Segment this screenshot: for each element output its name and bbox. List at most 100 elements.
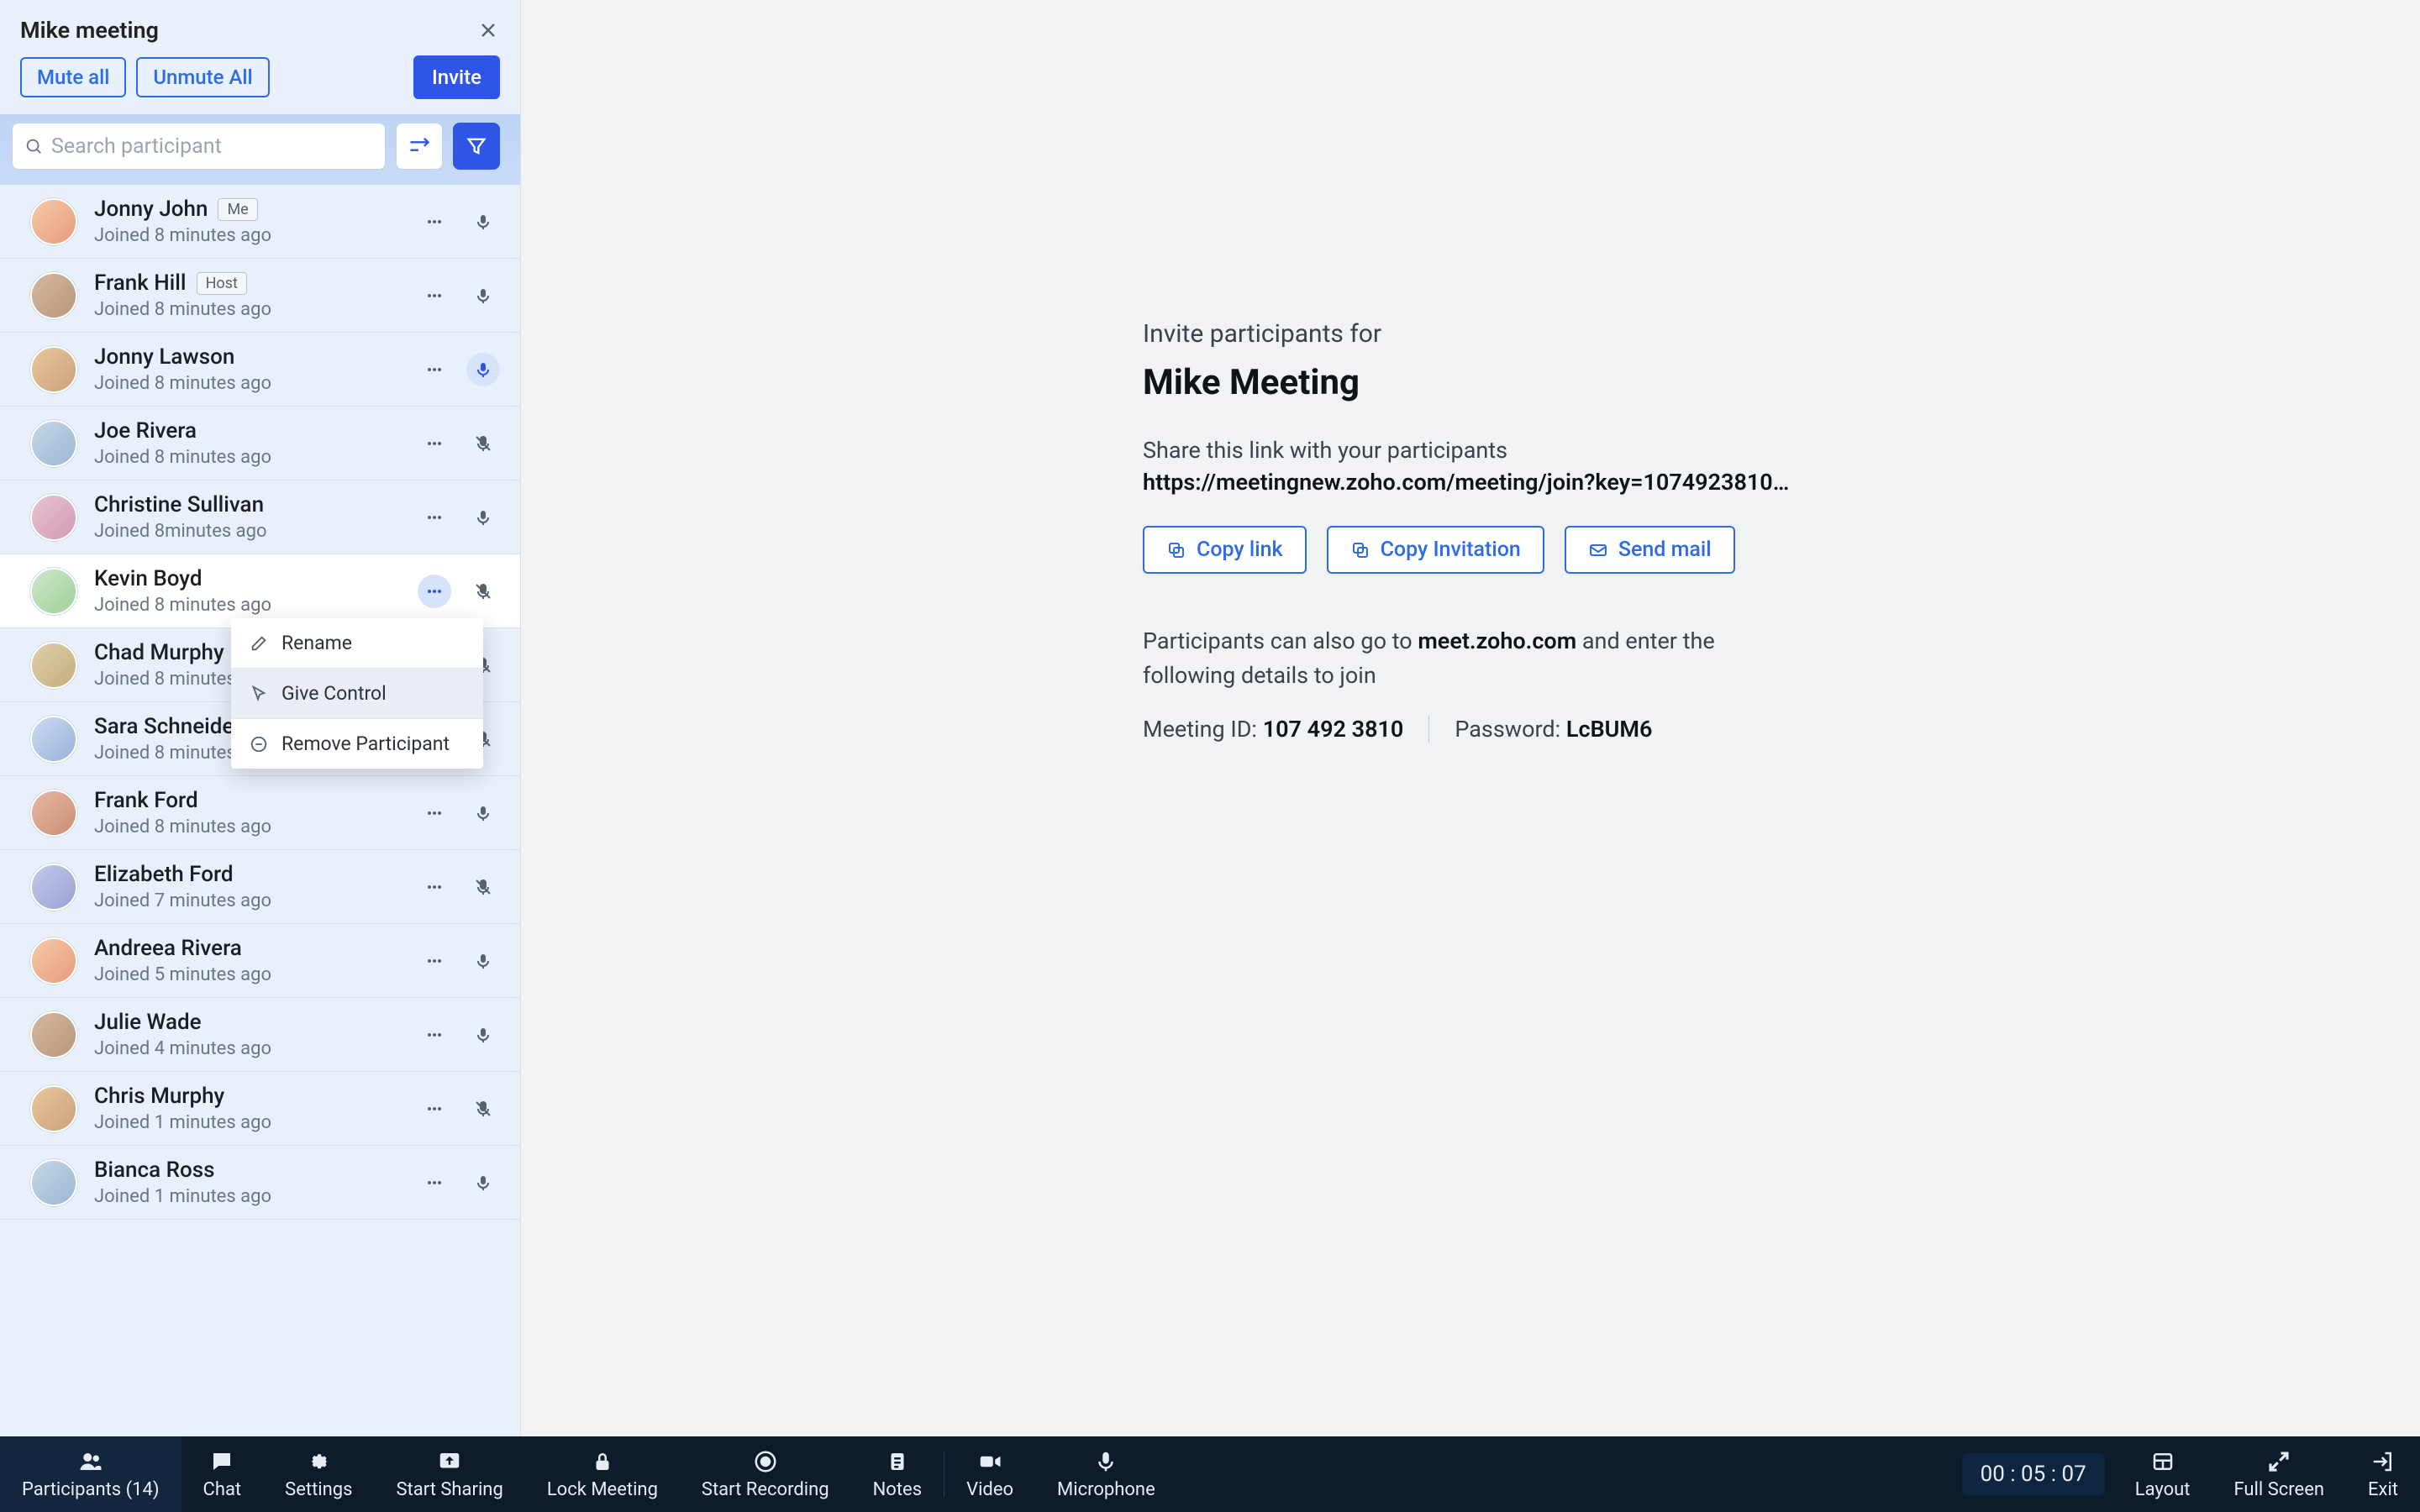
participants-list[interactable]: Jonny JohnMeJoined 8 minutes ago Frank Hi…: [0, 185, 520, 1436]
microphone-icon: [1093, 1449, 1118, 1474]
participant-info: Jonny LawsonJoined 8 minutes ago: [94, 344, 401, 394]
toolbar-fullscreen-label: Full Screen: [2234, 1479, 2325, 1500]
send-mail-button[interactable]: Send mail: [1565, 526, 1735, 574]
copy-invitation-label: Copy Invitation: [1381, 538, 1521, 562]
participant-more-button[interactable]: [418, 427, 451, 460]
toolbar-settings[interactable]: Settings: [263, 1436, 374, 1512]
toolbar-video[interactable]: Video: [944, 1436, 1035, 1512]
search-input-wrap[interactable]: [12, 123, 386, 170]
invite-link[interactable]: https://meetingnew.zoho.com/meeting/join…: [1143, 469, 1798, 496]
copy-icon: [1166, 540, 1186, 560]
toolbar-layout[interactable]: Layout: [2113, 1436, 2212, 1512]
participant-row[interactable]: Kevin BoydJoined 8 minutes agoRenameGive…: [0, 554, 520, 628]
participant-name: Joe Rivera: [94, 418, 197, 444]
copy-invitation-button[interactable]: Copy Invitation: [1327, 526, 1544, 574]
layout-icon: [2150, 1449, 2175, 1474]
participant-row[interactable]: Jonny JohnMeJoined 8 minutes ago: [0, 185, 520, 259]
participant-row[interactable]: Chris MurphyJoined 1 minutes ago: [0, 1072, 520, 1146]
toolbar-record-label: Start Recording: [702, 1479, 829, 1500]
participant-more-button[interactable]: [418, 575, 451, 608]
participant-name: Chad Murphy: [94, 640, 224, 665]
participant-row[interactable]: Jonny LawsonJoined 8 minutes ago: [0, 333, 520, 407]
avatar: [30, 1011, 77, 1058]
participant-row[interactable]: Bianca RossJoined 1 minutes ago: [0, 1146, 520, 1220]
toolbar-exit[interactable]: Exit: [2346, 1436, 2420, 1512]
toolbar-chat-label: Chat: [203, 1479, 242, 1500]
toolbar-chat[interactable]: Chat: [182, 1436, 264, 1512]
participant-mic-status[interactable]: [466, 1018, 500, 1052]
participant-info: Jonny JohnMeJoined 8 minutes ago: [94, 197, 401, 246]
participant-row[interactable]: Frank HillHostJoined 8 minutes ago: [0, 259, 520, 333]
invite-lead: Invite participants for: [1143, 319, 1798, 349]
toolbar-share[interactable]: Start Sharing: [374, 1436, 524, 1512]
invite-button[interactable]: Invite: [413, 55, 500, 99]
participant-joined: Joined 8 minutes ago: [94, 447, 401, 468]
participant-mic-status[interactable]: [466, 870, 500, 904]
participant-more-button[interactable]: [418, 501, 451, 534]
participant-info: Julie WadeJoined 4 minutes ago: [94, 1010, 401, 1059]
participant-info: Joe Rivera Joined 8 minutes ago: [94, 418, 401, 468]
participant-row[interactable]: Christine SullivanJoined 8minutes ago: [0, 480, 520, 554]
avatar: [30, 790, 77, 837]
pointer-icon: [250, 685, 268, 703]
participant-more-button[interactable]: [418, 1092, 451, 1126]
participant-mic-status[interactable]: [466, 944, 500, 978]
toolbar-fullscreen[interactable]: Full Screen: [2212, 1436, 2347, 1512]
avatar: [30, 494, 77, 541]
participant-joined: Joined 7 minutes ago: [94, 890, 401, 911]
copy-link-button[interactable]: Copy link: [1143, 526, 1307, 574]
participant-more-button[interactable]: [418, 353, 451, 386]
search-input[interactable]: [51, 134, 373, 159]
mute-all-button[interactable]: Mute all: [20, 57, 126, 97]
participant-joined: Joined 5 minutes ago: [94, 964, 401, 985]
filter-button[interactable]: [453, 123, 500, 170]
participant-info: Chris MurphyJoined 1 minutes ago: [94, 1084, 401, 1133]
toolbar-mic[interactable]: Microphone: [1035, 1436, 1177, 1512]
participant-row[interactable]: Frank FordJoined 8 minutes ago: [0, 776, 520, 850]
toolbar-participants[interactable]: Participants (14): [0, 1436, 182, 1512]
invite-alt-text: Participants can also go to meet.zoho.co…: [1143, 624, 1798, 692]
participant-name: Kevin Boyd: [94, 566, 203, 591]
ctx-give-control[interactable]: Give Control: [231, 669, 483, 718]
participant-more-button[interactable]: [418, 796, 451, 830]
participant-info: Kevin Boyd Joined 8 minutes ago: [94, 566, 401, 616]
toolbar-record[interactable]: Start Recording: [680, 1436, 851, 1512]
participant-row[interactable]: Andreea RiveraJoined 5 minutes ago: [0, 924, 520, 998]
participant-mic-status[interactable]: [466, 353, 500, 386]
toolbar-notes[interactable]: Notes: [851, 1436, 944, 1512]
participant-row[interactable]: Julie WadeJoined 4 minutes ago: [0, 998, 520, 1072]
participant-row[interactable]: Joe Rivera Joined 8 minutes ago: [0, 407, 520, 480]
participant-more-button[interactable]: [418, 870, 451, 904]
participant-more-button[interactable]: [418, 205, 451, 239]
participant-mic-status[interactable]: [466, 1092, 500, 1126]
participant-name: Frank Hill: [94, 270, 187, 296]
sort-button[interactable]: [396, 123, 443, 170]
participant-more-button[interactable]: [418, 1166, 451, 1200]
ctx-rename[interactable]: Rename: [231, 618, 483, 668]
avatar: [30, 272, 77, 319]
avatar: [30, 864, 77, 911]
participant-joined: Joined 8 minutes ago: [94, 299, 401, 320]
participant-mic-status[interactable]: [466, 427, 500, 460]
participant-mic-status[interactable]: [466, 501, 500, 534]
participant-more-button[interactable]: [418, 279, 451, 312]
unmute-all-button[interactable]: Unmute All: [136, 57, 269, 97]
participant-mic-status[interactable]: [466, 575, 500, 608]
participant-mic-status[interactable]: [466, 205, 500, 239]
participant-mic-status[interactable]: [466, 279, 500, 312]
participant-mic-status[interactable]: [466, 796, 500, 830]
close-panel-button[interactable]: [476, 18, 500, 42]
invite-card: Invite participants for Mike Meeting Sha…: [1143, 319, 1798, 743]
participant-mic-status[interactable]: [466, 1166, 500, 1200]
ctx-remove[interactable]: Remove Participant: [231, 719, 483, 769]
toolbar-lock[interactable]: Lock Meeting: [525, 1436, 680, 1512]
participant-more-button[interactable]: [418, 1018, 451, 1052]
participant-info: Frank FordJoined 8 minutes ago: [94, 788, 401, 837]
toolbar-video-label: Video: [966, 1479, 1013, 1500]
participant-name: Sara Schneider: [94, 714, 242, 739]
participant-more-button[interactable]: [418, 944, 451, 978]
participant-name: Frank Ford: [94, 788, 198, 813]
participant-joined: Joined 8 minutes ago: [94, 595, 401, 616]
participant-row[interactable]: Elizabeth FordJoined 7 minutes ago: [0, 850, 520, 924]
participant-joined: Joined 4 minutes ago: [94, 1038, 401, 1059]
